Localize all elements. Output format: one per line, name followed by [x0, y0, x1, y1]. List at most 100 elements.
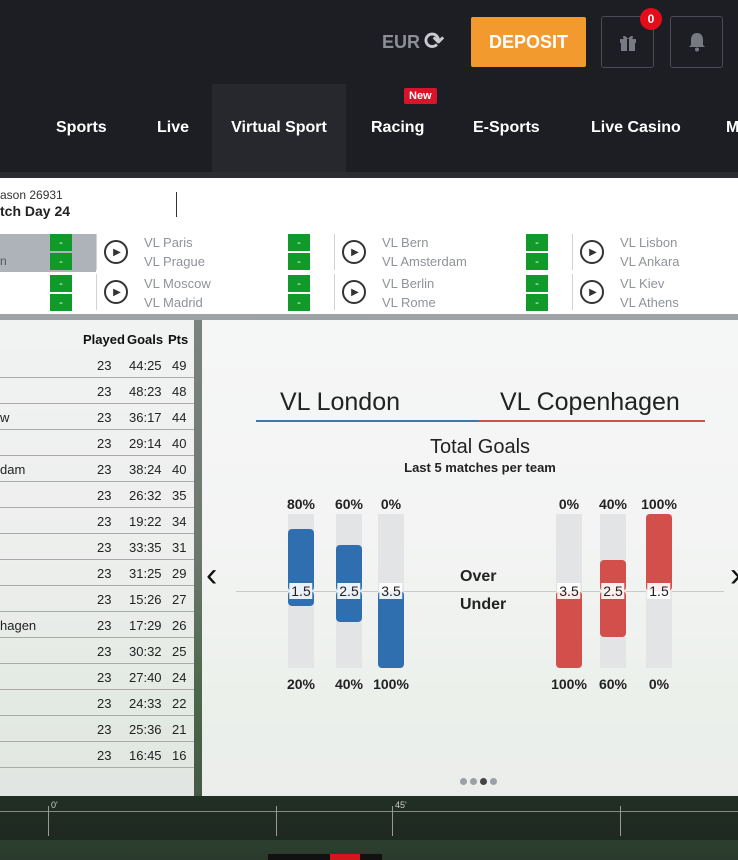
pts-cell: 34: [172, 514, 187, 529]
table-row[interactable]: 23 33:35 31: [0, 534, 194, 560]
away-team-name[interactable]: VL Athens: [620, 295, 679, 310]
pts-cell: 22: [172, 696, 187, 711]
table-row[interactable]: hagen 23 17:29 26: [0, 612, 194, 638]
pts-cell: 40: [172, 462, 187, 477]
timeline-line: [0, 811, 738, 812]
home-team-name[interactable]: VL Bern: [382, 235, 429, 250]
odds-button[interactable]: -: [526, 253, 548, 270]
under-percent: 100%: [373, 676, 409, 692]
nav-sports[interactable]: Sports: [56, 84, 107, 172]
table-row[interactable]: 23 31:25 29: [0, 560, 194, 586]
refresh-icon[interactable]: ⟳: [424, 30, 444, 54]
table-row[interactable]: 23 29:14 40: [0, 430, 194, 456]
odds-button[interactable]: -: [526, 275, 548, 292]
header-goals: Goals: [127, 332, 164, 347]
deposit-button[interactable]: DEPOSIT: [471, 17, 586, 67]
goal-line-label: 1.5: [647, 583, 671, 599]
pts-cell: 49: [172, 358, 187, 373]
table-row[interactable]: 23 24:33 22: [0, 690, 194, 716]
odds-button[interactable]: -: [50, 294, 72, 311]
play-icon[interactable]: ▶: [342, 280, 366, 304]
table-row[interactable]: w 23 36:17 44: [0, 404, 194, 430]
match-separator: [334, 274, 335, 310]
currency-selector[interactable]: EUR ⟳: [382, 30, 444, 54]
home-team-name[interactable]: VL Paris: [144, 235, 193, 250]
home-team-name[interactable]: VL Lisbon: [620, 235, 677, 250]
over-percent: 40%: [598, 496, 628, 512]
carousel-dot[interactable]: [460, 778, 467, 785]
play-icon[interactable]: ▶: [104, 240, 128, 264]
table-row[interactable]: 23 30:32 25: [0, 638, 194, 664]
away-team-name[interactable]: VL Prague: [144, 254, 205, 269]
odds-button[interactable]: -: [50, 253, 72, 270]
previous-arrow-icon[interactable]: ‹: [206, 556, 217, 595]
panel-separator: [194, 320, 202, 796]
over-percent: 80%: [286, 496, 316, 512]
goals-cell: 24:33: [129, 696, 162, 711]
table-row[interactable]: 23 19:22 34: [0, 508, 194, 534]
table-row[interactable]: 23 27:40 24: [0, 664, 194, 690]
league-table: Played Goals Pts 23 44:25 49 23 48:23 48 w 23 36…: [0, 320, 194, 796]
goal-line-label: 2.5: [337, 583, 361, 599]
table-row[interactable]: 23 48:23 48: [0, 378, 194, 404]
table-row[interactable]: 23 16:45 16: [0, 742, 194, 768]
pts-cell: 31: [172, 540, 187, 555]
nav-more[interactable]: M: [726, 84, 738, 172]
home-team-name[interactable]: VL Kiev: [620, 276, 664, 291]
odds-button[interactable]: -: [288, 234, 310, 251]
odds-button[interactable]: -: [50, 275, 72, 292]
table-row[interactable]: 23 26:32 35: [0, 482, 194, 508]
away-team-name[interactable]: VL Ankara: [620, 254, 680, 269]
timeline-start-label: 0': [51, 800, 58, 810]
play-icon[interactable]: ▶: [580, 240, 604, 264]
played-cell: 23: [97, 670, 112, 685]
timeline-tick: [276, 806, 277, 836]
match-strip: ason 26931 tch Day 24 n - - - - - - - - …: [0, 178, 738, 314]
selected-match-cell[interactable]: n: [0, 234, 96, 272]
goal-line-label: 3.5: [379, 583, 403, 599]
bottom-tab[interactable]: [268, 854, 382, 860]
goals-cell: 19:22: [129, 514, 162, 529]
home-team-name[interactable]: VL Moscow: [144, 276, 211, 291]
team-name-cell: w: [0, 410, 10, 425]
away-team-name[interactable]: VL Rome: [382, 295, 436, 310]
carousel-dot[interactable]: [470, 778, 477, 785]
timeline-tick: [48, 806, 49, 836]
played-cell: 23: [97, 592, 112, 607]
over-bar-fill: [646, 514, 672, 591]
carousel-dot-active[interactable]: [480, 778, 487, 785]
nav-esports[interactable]: E-Sports: [473, 84, 540, 172]
odds-button[interactable]: -: [526, 234, 548, 251]
nav-live-casino[interactable]: Live Casino: [591, 84, 681, 172]
odds-button[interactable]: -: [288, 275, 310, 292]
odds-button[interactable]: -: [50, 234, 72, 251]
table-row[interactable]: 23 44:25 49: [0, 352, 194, 378]
next-arrow-icon[interactable]: ›: [730, 556, 738, 595]
pts-cell: 40: [172, 436, 187, 451]
carousel-dot[interactable]: [490, 778, 497, 785]
odds-button[interactable]: -: [288, 253, 310, 270]
match-separator: [96, 274, 97, 310]
goals-cell: 16:45: [129, 748, 162, 763]
nav-live[interactable]: Live: [157, 84, 189, 172]
table-row[interactable]: 23 15:26 27: [0, 586, 194, 612]
played-cell: 23: [97, 462, 112, 477]
away-team-name[interactable]: VL Amsterdam: [382, 254, 467, 269]
play-icon[interactable]: ▶: [342, 240, 366, 264]
play-icon[interactable]: ▶: [580, 280, 604, 304]
odds-button[interactable]: -: [288, 294, 310, 311]
home-team-name[interactable]: VL Berlin: [382, 276, 434, 291]
over-percent: 0%: [380, 496, 402, 512]
season-label: ason 26931: [0, 188, 63, 202]
notifications-button[interactable]: [670, 16, 723, 68]
nav-virtual-sport[interactable]: Virtual Sport: [212, 84, 346, 172]
odds-button[interactable]: -: [526, 294, 548, 311]
table-row[interactable]: dam 23 38:24 40: [0, 456, 194, 482]
play-icon[interactable]: ▶: [104, 280, 128, 304]
table-row[interactable]: 23 25:36 21: [0, 716, 194, 742]
goal-line-label: 1.5: [289, 583, 313, 599]
pts-cell: 48: [172, 384, 187, 399]
away-team-name[interactable]: VL Madrid: [144, 295, 203, 310]
match-separator: [96, 234, 97, 270]
over-percent: 0%: [558, 496, 580, 512]
